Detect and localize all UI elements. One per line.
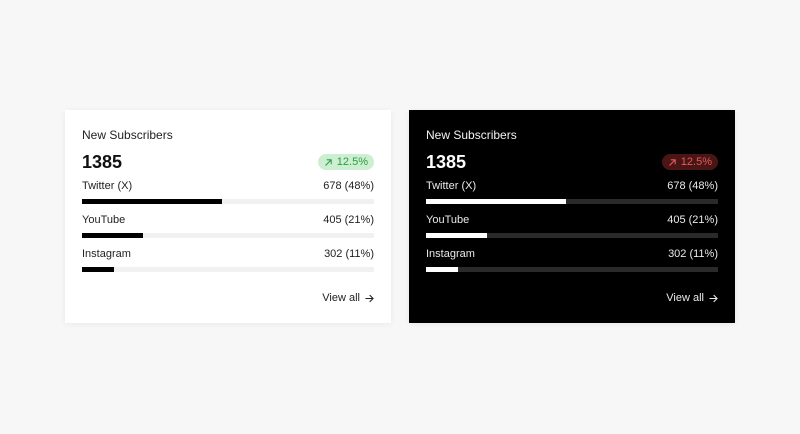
source-list: Twitter (X) 678 (48%) YouTube 405 (21%) … xyxy=(82,180,374,282)
arrow-right-icon xyxy=(709,294,718,303)
source-row-youtube: YouTube 405 (21%) xyxy=(426,214,718,248)
source-row-youtube: YouTube 405 (21%) xyxy=(82,214,374,248)
card-title: New Subscribers xyxy=(426,128,517,142)
view-all-link[interactable]: View all xyxy=(666,292,718,305)
progress-track xyxy=(426,199,718,204)
source-label: Instagram xyxy=(82,248,131,260)
progress-fill xyxy=(82,267,115,272)
view-all-label: View all xyxy=(322,292,360,304)
arrow-right-icon xyxy=(365,294,374,303)
progress-track xyxy=(82,199,374,204)
arrow-up-right-icon xyxy=(668,158,677,167)
card-header: 1385 12.5% xyxy=(82,151,374,173)
source-label: Instagram xyxy=(426,248,475,260)
subscribers-card-light: New Subscribers 1385 12.5% Twitter (X) 6… xyxy=(65,110,391,323)
source-row-instagram: Instagram 302 (11%) xyxy=(82,248,374,282)
source-value: 302 (11%) xyxy=(668,248,718,260)
view-all-label: View all xyxy=(666,292,704,304)
progress-track xyxy=(82,233,374,238)
source-label: YouTube xyxy=(82,214,126,226)
source-row-twitter: Twitter (X) 678 (48%) xyxy=(426,180,718,214)
trend-value: 12.5% xyxy=(680,156,712,168)
trend-value: 12.5% xyxy=(336,156,368,168)
progress-track xyxy=(82,267,374,272)
progress-fill xyxy=(426,199,567,204)
card-header: 1385 12.5% xyxy=(426,151,718,173)
card-title: New Subscribers xyxy=(82,128,173,142)
progress-track xyxy=(426,267,718,272)
source-row-twitter: Twitter (X) 678 (48%) xyxy=(82,180,374,214)
progress-fill xyxy=(82,199,223,204)
total-count: 1385 xyxy=(426,152,467,172)
progress-fill xyxy=(426,233,488,238)
source-list: Twitter (X) 678 (48%) YouTube 405 (21%) … xyxy=(426,180,718,282)
source-label: Twitter (X) xyxy=(82,180,133,192)
trend-badge: 12.5% xyxy=(661,154,718,170)
source-value: 302 (11%) xyxy=(324,248,374,260)
source-label: Twitter (X) xyxy=(426,180,477,192)
source-value: 678 (48%) xyxy=(323,180,374,192)
progress-fill xyxy=(82,233,144,238)
source-row-instagram: Instagram 302 (11%) xyxy=(426,248,718,282)
progress-track xyxy=(426,233,718,238)
view-all-link[interactable]: View all xyxy=(322,292,374,305)
progress-fill xyxy=(426,267,459,272)
source-value: 678 (48%) xyxy=(667,180,718,192)
trend-badge: 12.5% xyxy=(317,154,374,170)
source-value: 405 (21%) xyxy=(323,214,374,226)
source-label: YouTube xyxy=(426,214,470,226)
total-count: 1385 xyxy=(82,152,123,172)
subscribers-card-dark: New Subscribers 1385 12.5% Twitter (X) 6… xyxy=(409,110,735,323)
source-value: 405 (21%) xyxy=(667,214,718,226)
arrow-up-right-icon xyxy=(324,158,333,167)
